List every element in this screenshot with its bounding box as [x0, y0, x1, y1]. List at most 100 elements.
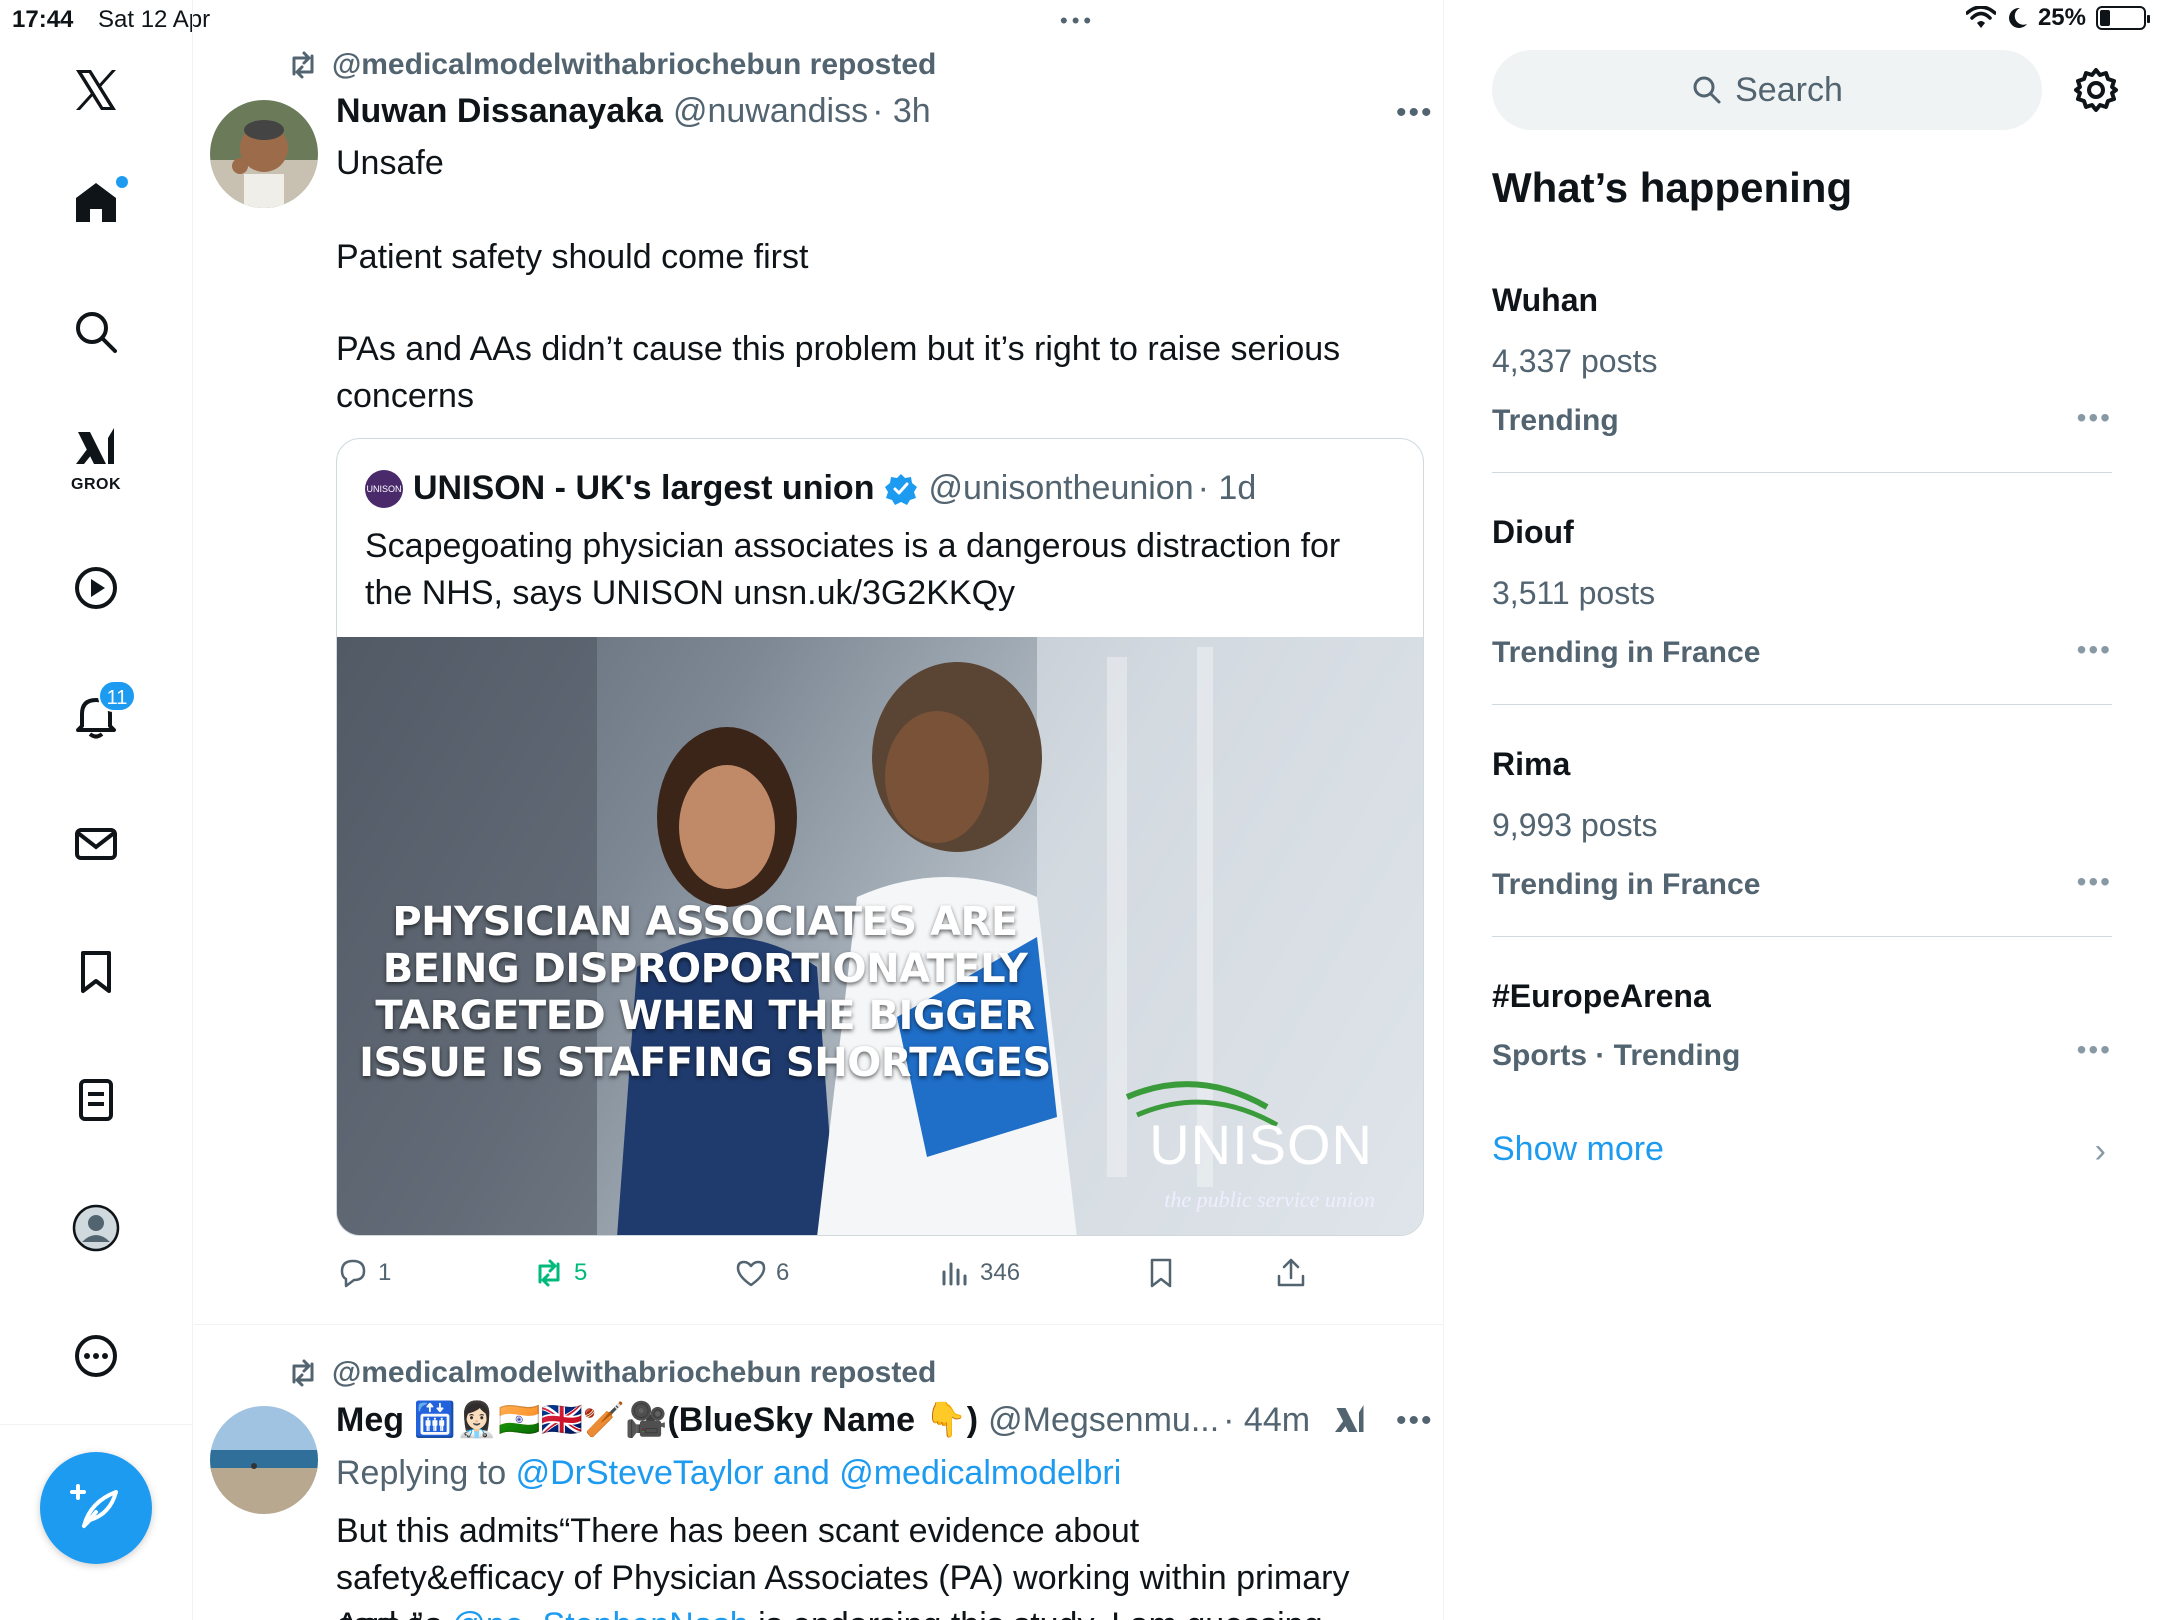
search-icon	[1693, 76, 1721, 104]
trend-meta: Trending	[1492, 404, 1619, 437]
repost-icon	[292, 1359, 314, 1387]
trend-item[interactable]: Diouf 3,511 posts Trending in France •••	[1492, 514, 2112, 670]
trend-item[interactable]: #EuropeArena Sports · Trending •••	[1492, 978, 2112, 1073]
repost-button[interactable]: 5	[532, 1256, 587, 1290]
like-count: 6	[776, 1259, 790, 1286]
trend-name: Wuhan	[1492, 282, 1599, 318]
tweet-text-prefix: And as	[336, 1606, 442, 1620]
chevron-right-icon: ›	[2094, 1132, 2106, 1170]
tweet-text-line: And as @ne_StephenNash is endorsing this…	[336, 1602, 1366, 1620]
nav-messages[interactable]	[56, 804, 136, 884]
mention-link[interactable]: @ne_StephenNash	[451, 1606, 748, 1620]
bookmark-icon	[81, 951, 111, 993]
author-handle[interactable]: @nuwandiss	[673, 92, 868, 131]
grok-icon[interactable]	[1332, 1402, 1368, 1438]
author-name[interactable]: Nuwan Dissanayaka	[336, 92, 663, 131]
tweet-more-icon[interactable]: •••	[1396, 96, 1434, 130]
bookmark-button[interactable]	[1144, 1256, 1178, 1290]
home-unread-dot	[116, 176, 128, 188]
quote-author-name[interactable]: UNISON - UK's largest union	[413, 469, 874, 508]
quote-media-image[interactable]: PHYSICIAN ASSOCIATES ARE BEING DISPROPOR…	[337, 637, 1423, 1235]
grok-label: GROK	[71, 476, 121, 493]
left-nav: GROK 11	[0, 0, 193, 1620]
repost-count: 5	[574, 1259, 588, 1286]
nav-divider	[0, 1424, 193, 1425]
quote-avatar[interactable]: UNISON	[365, 469, 403, 508]
repost-icon	[538, 1259, 560, 1287]
like-button[interactable]: 6	[734, 1256, 789, 1290]
nav-lists[interactable]	[56, 1060, 136, 1140]
tweet-header: Meg 🛗👩🏻‍⚕️🇮🇳🇬🇧🏏🎥(BlueSky Name 👇) @Megsen…	[336, 1400, 1310, 1440]
profile-avatar-icon	[72, 1204, 120, 1252]
tweet-time[interactable]: · 3h	[872, 92, 931, 131]
share-button[interactable]	[1274, 1256, 1308, 1290]
reply-count: 1	[378, 1259, 392, 1286]
trend-more-icon[interactable]: •••	[2077, 402, 2112, 434]
trend-more-icon[interactable]: •••	[2077, 634, 2112, 666]
gear-icon[interactable]	[2072, 66, 2120, 114]
unison-logo: UNISON	[1149, 1113, 1373, 1176]
views-button[interactable]: 346	[938, 1256, 1020, 1290]
tweet-more-icon[interactable]: •••	[1396, 1404, 1434, 1438]
show-more-link[interactable]: Show more ›	[1492, 1130, 2112, 1170]
repost-indicator[interactable]: @medicalmodelwithabriochebun reposted	[286, 1356, 936, 1390]
trend-posts: 3,511 posts	[1492, 575, 1656, 611]
x-logo-icon[interactable]	[56, 50, 136, 130]
nav-videos[interactable]	[56, 548, 136, 628]
whats-happening-title: What’s happening	[1492, 164, 1853, 211]
bookmark-icon	[1150, 1258, 1172, 1288]
trend-meta: Sports · Trending	[1492, 1039, 1741, 1072]
unison-tagline: the public service union	[1164, 1187, 1375, 1212]
share-icon	[1277, 1258, 1305, 1287]
trend-posts: 9,993 posts	[1492, 807, 1658, 843]
compose-button[interactable]	[40, 1452, 152, 1564]
right-sidebar: Search What’s happening Wuhan 4,337 post…	[1446, 0, 2160, 1620]
search-icon	[76, 312, 117, 353]
views-chart-icon	[942, 1262, 967, 1286]
trend-meta: Trending in France	[1492, 636, 1761, 669]
repost-indicator[interactable]: @medicalmodelwithabriochebun reposted	[286, 48, 936, 82]
quote-text: Scapegoating physician associates is a d…	[365, 527, 1341, 612]
verified-badge-icon	[885, 473, 918, 505]
author-name[interactable]: Meg 🛗👩🏻‍⚕️🇮🇳🇬🇧🏏🎥(BlueSky Name 👇)	[336, 1400, 978, 1440]
author-handle[interactable]: @Megsenmu...	[988, 1401, 1219, 1440]
tweet-time[interactable]: · 44m	[1223, 1401, 1310, 1440]
trend-more-icon[interactable]: •••	[2077, 1034, 2112, 1066]
replying-prefix: Replying to	[336, 1454, 507, 1492]
tweet-actions: 1 5 6 346	[336, 1256, 1396, 1306]
nav-explore[interactable]	[56, 292, 136, 372]
quote-time[interactable]: · 1d	[1198, 469, 1257, 508]
quoted-tweet[interactable]: UNISON UNISON - UK's largest union @unis…	[336, 438, 1424, 1236]
nav-notifications[interactable]: 11	[56, 676, 136, 756]
play-icon	[75, 567, 117, 609]
avatar[interactable]	[210, 100, 318, 208]
reply-icon	[340, 1259, 366, 1288]
repost-icon	[292, 51, 314, 79]
trend-item[interactable]: Rima 9,993 posts Trending in France •••	[1492, 746, 2112, 902]
trend-more-icon[interactable]: •••	[2077, 866, 2112, 898]
envelope-icon	[75, 828, 117, 860]
trend-divider	[1492, 936, 2112, 937]
replying-to-links[interactable]: @DrSteveTaylor and @medicalmodelbri	[516, 1454, 1122, 1492]
nav-bookmarks[interactable]	[56, 932, 136, 1012]
trend-meta: Trending in France	[1492, 868, 1761, 901]
nav-grok[interactable]: GROK	[56, 416, 136, 496]
tweet-divider	[194, 1324, 1443, 1325]
avatar[interactable]	[210, 1406, 318, 1514]
tweet-text-line: PAs and AAs didn’t cause this problem bu…	[336, 330, 1341, 415]
nav-profile[interactable]	[56, 1188, 136, 1268]
compose-feather-icon	[70, 1484, 118, 1528]
nav-more[interactable]	[56, 1316, 136, 1396]
trend-divider	[1492, 704, 2112, 705]
timeline: @medicalmodelwithabriochebun reposted Nu…	[194, 0, 1444, 1620]
search-input[interactable]: Search	[1492, 50, 2042, 130]
reply-button[interactable]: 1	[336, 1256, 391, 1290]
nav-home[interactable]	[56, 162, 136, 242]
quote-header: UNISON UNISON - UK's largest union @unis…	[365, 469, 1256, 508]
heart-icon	[736, 1260, 766, 1287]
search-placeholder: Search	[1735, 70, 1843, 109]
tweet-text-line: Patient safety should come first	[336, 238, 809, 276]
trend-item[interactable]: Wuhan 4,337 posts Trending •••	[1492, 282, 2112, 438]
more-circle-icon	[75, 1335, 117, 1377]
quote-author-handle[interactable]: @unisontheunion	[928, 469, 1193, 508]
